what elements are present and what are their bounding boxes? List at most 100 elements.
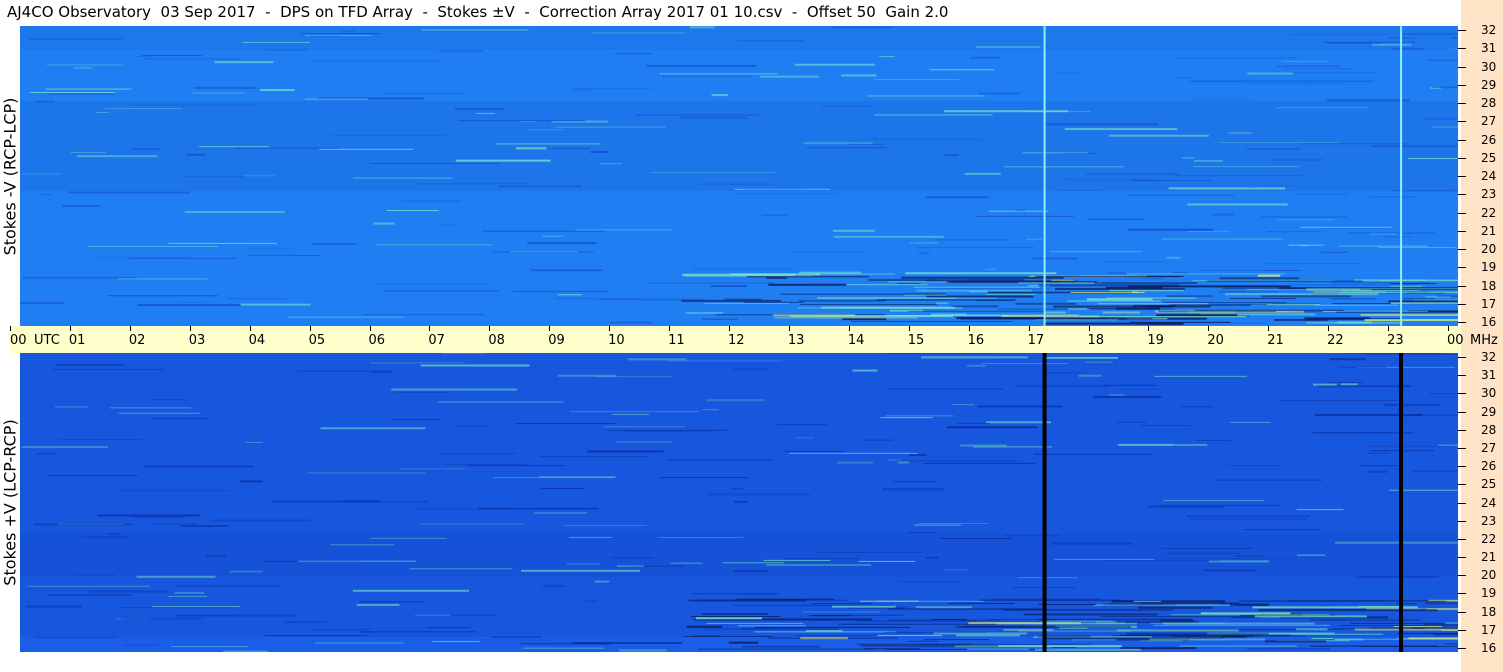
dark-streak [1177,57,1298,59]
dark-streak [234,147,340,149]
dark-streak [1261,216,1348,218]
dark-streak [777,424,827,426]
bright-streak [1003,166,1125,168]
frequency-tick-label: 32 [1481,350,1497,364]
dark-streak [206,554,227,557]
dark-streak [1054,72,1080,74]
dark-streak [761,214,787,216]
dark-streak [1172,272,1189,274]
bright-streak [110,407,192,409]
dark-streak [800,303,937,305]
bright-streak [243,175,276,177]
dark-streak [1229,231,1321,233]
frequency-tick-label: 19 [1481,260,1497,275]
dark-streak [798,300,886,302]
vertical-interference-line [1042,353,1047,652]
bright-streak [521,569,640,572]
bright-streak [852,369,878,372]
bright-streak [1078,374,1102,377]
bright-streak [516,147,547,150]
dark-streak [458,120,586,122]
dark-streak [378,283,486,285]
dark-streak [947,602,1015,604]
dark-streak [117,490,231,492]
dark-streak [692,268,791,270]
frequency-tick-mark [1458,502,1466,504]
utc-tick-label: 14 [847,333,865,348]
dark-streak [1207,280,1363,282]
dark-streak [1295,193,1348,195]
intensity-band [20,26,1458,50]
top-spectrogram-svg [20,26,1458,326]
dark-streak [1042,372,1086,374]
utc-tick-mark [309,326,311,331]
bright-streak [905,272,1057,275]
bright-streak [988,210,1049,212]
dark-streak [1120,388,1164,390]
dark-streak [1194,309,1344,311]
bright-streak [877,635,943,637]
bright-streak [1296,554,1326,556]
dark-streak [1158,310,1277,312]
bright-streak [260,89,295,92]
dark-streak [1327,381,1364,383]
dark-streak [784,558,860,560]
bright-streak [981,363,1068,365]
bright-streak [1408,637,1458,640]
bright-streak [421,29,529,31]
dark-streak [867,279,1025,282]
dark-streak [153,523,198,525]
utc-tick-mark [788,326,790,331]
bright-streak [611,413,650,415]
dark-streak [784,450,846,452]
dark-streak [1235,555,1266,558]
dark-streak [359,601,425,603]
bright-streak [1049,251,1142,253]
dark-streak [284,621,328,623]
bright-streak [1337,321,1372,324]
dark-streak [438,49,484,52]
frequency-tick-label: 26 [1481,132,1497,147]
top-ylabel-text: Stokes -V (RCP-LCP) [0,97,20,255]
frequency-tick-mark [1458,157,1466,159]
dark-streak [1130,179,1212,181]
bright-streak [821,306,956,309]
dark-streak [55,364,125,366]
dark-streak [49,93,115,95]
bright-streak [967,648,1029,650]
utc-tick-mark [1208,326,1210,331]
frequency-tick-mark [1458,357,1466,358]
dark-streak [573,87,653,89]
dark-streak [584,600,597,602]
utc-tick-label: 19 [1147,333,1164,348]
bright-streak [1035,648,1141,651]
bright-streak [1068,308,1090,311]
dark-streak [896,282,921,284]
dark-streak [886,353,998,355]
bright-streak [575,229,673,231]
dark-streak [360,631,371,633]
utc-tick-label: 15 [907,333,925,348]
dark-streak [426,627,471,629]
dark-streak [646,64,757,67]
dark-streak [743,301,804,303]
dark-streak [498,185,582,188]
bright-streak [706,622,804,624]
dark-streak [793,251,867,253]
bright-streak [914,524,962,526]
utc-tick-label: 23 [1387,333,1404,348]
bright-streak [315,642,404,644]
dark-streak [863,439,894,441]
dark-streak [728,641,759,644]
bright-streak [214,61,274,64]
frequency-tick-mark [1458,575,1466,577]
dark-streak [482,230,606,232]
bright-streak [1334,638,1364,641]
bright-streak [859,600,919,602]
bright-streak [867,95,985,97]
dark-streak [1190,80,1310,82]
dark-streak [1283,68,1353,70]
dark-streak [123,644,159,646]
bright-streak [603,426,686,428]
dark-streak [384,290,499,292]
